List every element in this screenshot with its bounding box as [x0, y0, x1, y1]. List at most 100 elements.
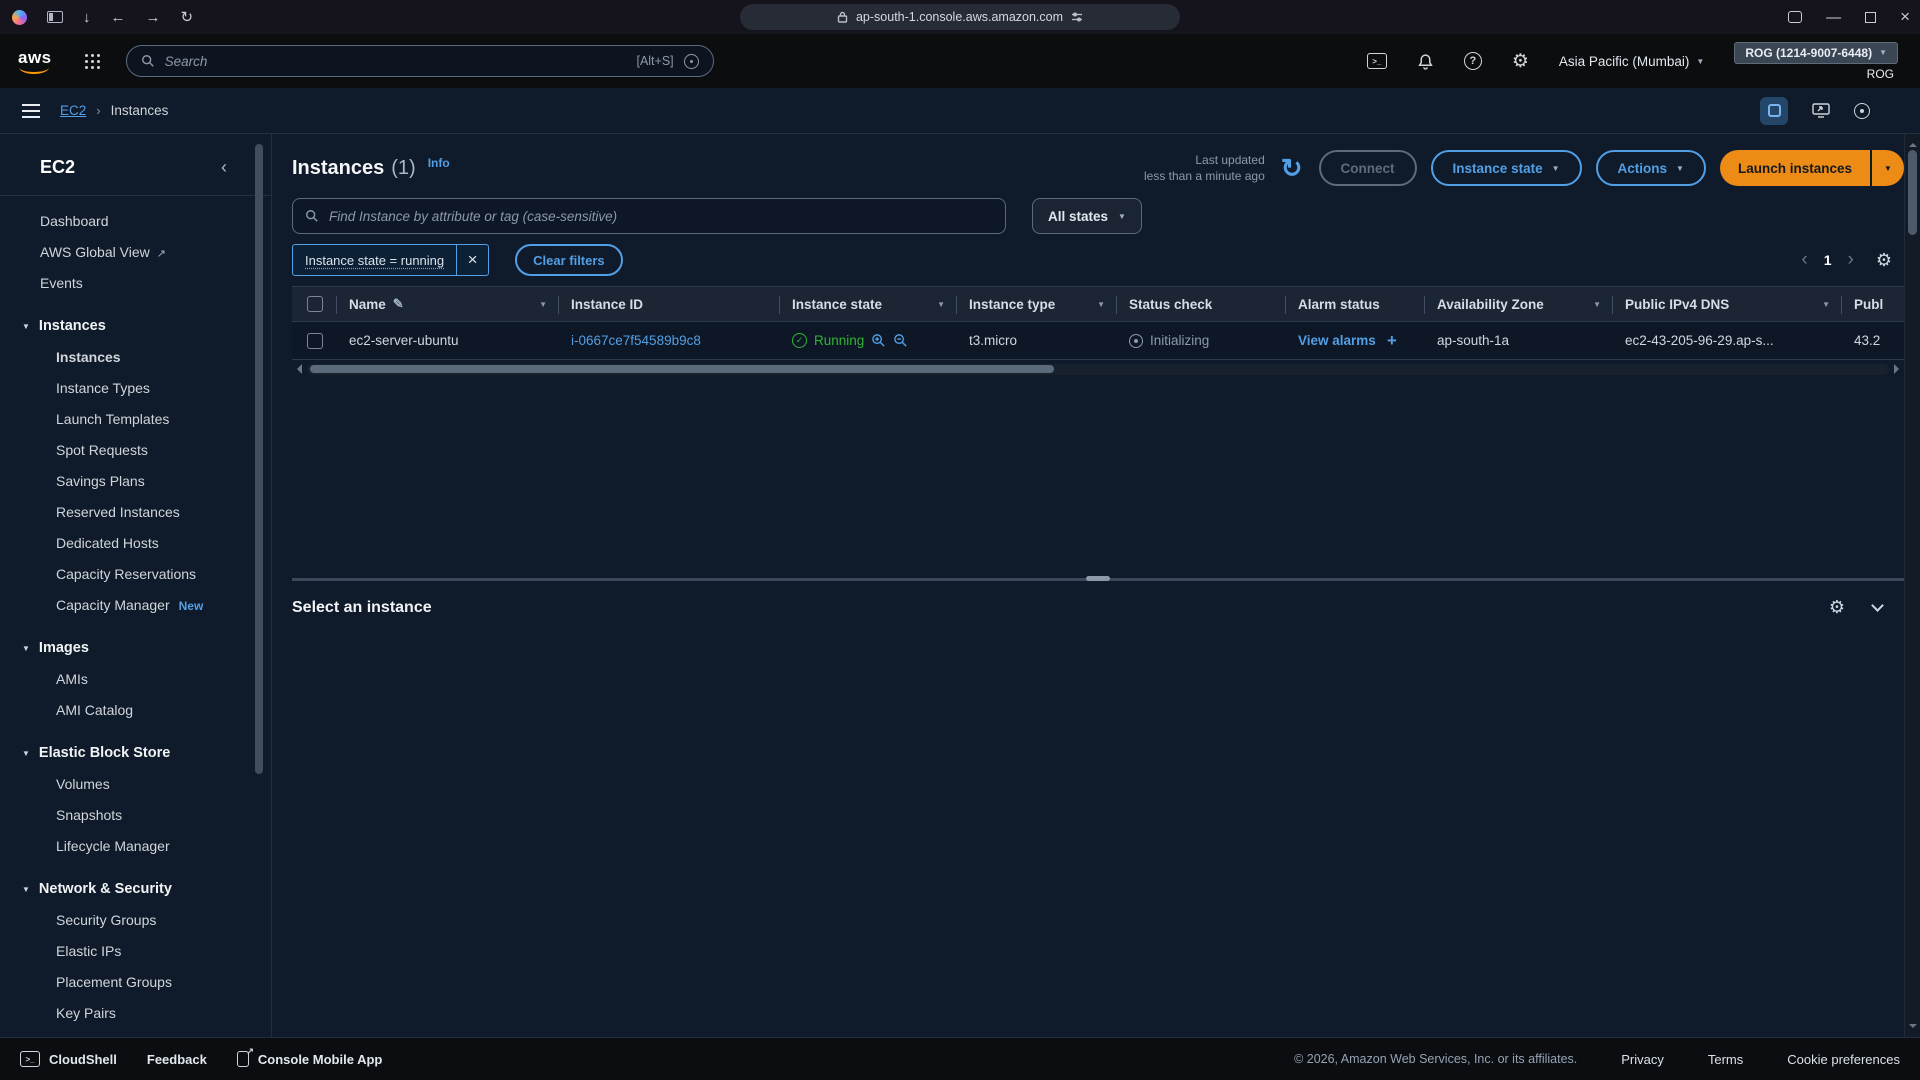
column-header-alarm-status[interactable]: Alarm status: [1286, 287, 1425, 321]
instance-state-button[interactable]: Instance state ▼: [1431, 150, 1582, 186]
settings-gear-icon[interactable]: ⚙: [1512, 50, 1529, 73]
view-alarms-link[interactable]: View alarms: [1298, 333, 1376, 348]
sidebar-item-dedicated-hosts[interactable]: Dedicated Hosts: [0, 528, 271, 559]
select-all-checkbox[interactable]: [307, 296, 323, 312]
edit-name-icon[interactable]: ✎: [393, 296, 404, 312]
scroll-left-icon[interactable]: [292, 364, 302, 374]
instance-row[interactable]: ec2-server-ubuntu i-0667ce7f54589b9c8 ✓ …: [292, 322, 1904, 360]
instance-search-input[interactable]: Find Instance by attribute or tag (case-…: [292, 198, 1006, 234]
amazon-q-icon[interactable]: [1760, 97, 1788, 125]
sidebar-item-security-groups[interactable]: Security Groups: [0, 905, 271, 936]
scroll-down-icon[interactable]: [1909, 1024, 1917, 1032]
column-header-public-ip[interactable]: Publ: [1842, 287, 1904, 321]
scroll-right-icon[interactable]: [1894, 364, 1904, 374]
sidebar-scrollbar-thumb[interactable]: [255, 144, 263, 774]
search-settings-icon[interactable]: [684, 54, 699, 69]
horizontal-scrollbar[interactable]: [292, 363, 1904, 375]
permissions-icon[interactable]: [1071, 11, 1083, 23]
horizontal-scrollbar-track[interactable]: [307, 364, 1889, 375]
sort-icon[interactable]: ▼: [1593, 300, 1601, 309]
table-preferences-icon[interactable]: ⚙: [1876, 250, 1892, 271]
sidebar-item-key-pairs[interactable]: Key Pairs: [0, 998, 271, 1029]
sidebar-section-instances[interactable]: ▼ Instances: [0, 311, 271, 342]
url-bar[interactable]: ap-south-1.console.aws.amazon.com: [740, 4, 1180, 30]
sidebar-section-ebs[interactable]: ▼ Elastic Block Store: [0, 738, 271, 769]
aws-logo[interactable]: aws: [16, 46, 58, 76]
sidebar-item-savings-plans[interactable]: Savings Plans: [0, 466, 271, 497]
sort-icon[interactable]: ▼: [1097, 300, 1105, 309]
zoom-in-icon[interactable]: [871, 333, 886, 348]
terms-link[interactable]: Terms: [1708, 1052, 1743, 1067]
sidebar-item-instances[interactable]: Instances: [0, 342, 271, 373]
add-alarm-icon[interactable]: +: [1387, 331, 1397, 351]
column-header-name[interactable]: Name ✎ ▼: [337, 287, 559, 321]
sidebar-item-volumes[interactable]: Volumes: [0, 769, 271, 800]
sidebar-item-lifecycle-manager[interactable]: Lifecycle Manager: [0, 831, 271, 862]
remove-filter-icon[interactable]: ×: [456, 245, 488, 275]
previous-page-icon[interactable]: ‹: [1801, 249, 1807, 271]
page-scrollbar[interactable]: [1904, 134, 1920, 1037]
launch-instances-caret[interactable]: ▼: [1870, 150, 1904, 186]
sidebar-item-placement-groups[interactable]: Placement Groups: [0, 967, 271, 998]
info-link[interactable]: Info: [428, 156, 450, 170]
panel-collapse-icon[interactable]: [1871, 599, 1884, 612]
panel-drag-handle[interactable]: [1086, 576, 1110, 581]
connect-button[interactable]: Connect: [1319, 150, 1417, 186]
sidebar-item-snapshots[interactable]: Snapshots: [0, 800, 271, 831]
row-checkbox[interactable]: [307, 333, 323, 349]
scroll-up-icon[interactable]: [1909, 139, 1917, 147]
sidebar-item-elastic-ips[interactable]: Elastic IPs: [0, 936, 271, 967]
sidebar-item-dashboard[interactable]: Dashboard: [0, 206, 271, 237]
launch-instances-button[interactable]: Launch instances: [1720, 150, 1870, 186]
breadcrumb-root[interactable]: EC2: [60, 103, 86, 118]
sidebar-toggle-icon[interactable]: [47, 11, 63, 23]
sidebar-section-images[interactable]: ▼ Images: [0, 633, 271, 664]
sidebar-item-spot-requests[interactable]: Spot Requests: [0, 435, 271, 466]
region-selector[interactable]: Asia Pacific (Mumbai) ▼: [1559, 54, 1704, 69]
sidebar-item-global-view[interactable]: AWS Global View↗: [0, 237, 271, 268]
sidebar-item-reserved-instances[interactable]: Reserved Instances: [0, 497, 271, 528]
sort-icon[interactable]: ▼: [1822, 300, 1830, 309]
column-header-instance-state[interactable]: Instance state ▼: [780, 287, 957, 321]
actions-button[interactable]: Actions ▼: [1596, 150, 1706, 186]
browser-logo-icon[interactable]: [12, 10, 27, 25]
menu-icon[interactable]: [22, 104, 40, 118]
global-search-input[interactable]: Search [Alt+S]: [126, 45, 714, 77]
sidebar-item-capacity-reservations[interactable]: Capacity Reservations: [0, 559, 271, 590]
panel-settings-icon[interactable]: ⚙: [1829, 597, 1845, 618]
close-icon[interactable]: ×: [1900, 7, 1910, 27]
instance-id-link[interactable]: i-0667ce7f54589b9c8: [571, 333, 701, 348]
privacy-link[interactable]: Privacy: [1621, 1052, 1664, 1067]
sidebar-item-instance-types[interactable]: Instance Types: [0, 373, 271, 404]
session-info-icon[interactable]: [1854, 103, 1870, 119]
clear-filters-button[interactable]: Clear filters: [515, 244, 623, 276]
screen-share-icon[interactable]: [1812, 103, 1830, 118]
cloudshell-icon[interactable]: >_: [1367, 53, 1387, 69]
zoom-out-icon[interactable]: [893, 333, 908, 348]
maximize-icon[interactable]: [1865, 12, 1876, 23]
notifications-bell-icon[interactable]: [1417, 53, 1434, 70]
sort-icon[interactable]: ▼: [937, 300, 945, 309]
page-scrollbar-thumb[interactable]: [1908, 150, 1917, 235]
sidebar-item-capacity-manager[interactable]: Capacity ManagerNew: [0, 590, 271, 621]
column-header-public-dns[interactable]: Public IPv4 DNS ▼: [1613, 287, 1842, 321]
refresh-icon[interactable]: ↻: [1279, 155, 1305, 181]
cookie-preferences-link[interactable]: Cookie preferences: [1787, 1052, 1900, 1067]
sidebar-section-network-security[interactable]: ▼ Network & Security: [0, 874, 271, 905]
sidebar-item-network-interfaces[interactable]: Network Interfaces: [0, 1029, 271, 1037]
column-header-instance-type[interactable]: Instance type ▼: [957, 287, 1117, 321]
help-icon[interactable]: ?: [1464, 52, 1482, 70]
sidebar-item-launch-templates[interactable]: Launch Templates: [0, 404, 271, 435]
reload-icon[interactable]: ↻: [181, 8, 194, 26]
minimize-icon[interactable]: —: [1826, 9, 1841, 26]
current-page[interactable]: 1: [1824, 252, 1832, 268]
tab-overview-icon[interactable]: [1788, 11, 1802, 23]
account-menu-button[interactable]: ROG (1214-9007-6448) ▼: [1734, 42, 1898, 64]
column-header-status-check[interactable]: Status check: [1117, 287, 1286, 321]
sidebar-item-ami-catalog[interactable]: AMI Catalog: [0, 695, 271, 726]
column-header-availability-zone[interactable]: Availability Zone ▼: [1425, 287, 1613, 321]
filter-token-label[interactable]: Instance state = running: [293, 245, 456, 275]
column-header-instance-id[interactable]: Instance ID: [559, 287, 780, 321]
next-page-icon[interactable]: ›: [1848, 249, 1854, 271]
footer-mobile-app[interactable]: Console Mobile App: [237, 1051, 382, 1067]
